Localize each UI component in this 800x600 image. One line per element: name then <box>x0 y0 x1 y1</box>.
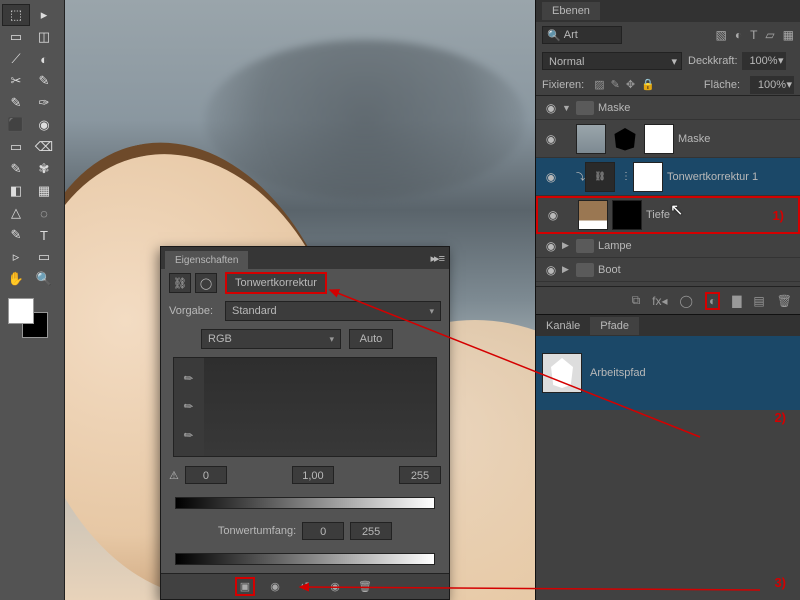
new-layer-icon[interactable]: ▤ <box>753 294 764 308</box>
tool-24[interactable]: ✋ <box>2 268 30 290</box>
new-adjustment-icon[interactable]: ◐ <box>705 292 720 310</box>
eyedropper-white-icon[interactable]: ✎ <box>181 428 196 444</box>
tool-18[interactable]: △ <box>2 202 30 224</box>
tool-11[interactable]: ◉ <box>30 114 58 136</box>
layer-levels-adjustment[interactable]: ◉⤵⛓⋮Tonwertkorrektur 1 <box>536 158 800 196</box>
tool-13[interactable]: ⌫ <box>30 136 58 158</box>
filter-shape-icon[interactable]: ▱ <box>765 28 774 42</box>
link-layers-icon[interactable]: ⧉ <box>632 293 641 308</box>
tool-12[interactable]: ▭ <box>2 136 30 158</box>
input-gradient[interactable] <box>175 497 435 509</box>
tool-7[interactable]: ✎ <box>30 70 58 92</box>
toolbox: ⬚▸▭◫⟋◐✂✎✎✑⬛◉▭⌫✎✾◧▦△◌✎T▹▭✋🔍 <box>0 0 65 600</box>
delete-icon[interactable]: 🗑 <box>355 580 375 593</box>
lock-all-icon[interactable]: 🔒 <box>641 78 655 91</box>
view-previous-icon[interactable]: ◉ <box>265 580 285 593</box>
layers-footer: ⧉ fx◂ ◯ ◐ ▇ ▤ 🗑 <box>536 286 800 314</box>
tool-22[interactable]: ▹ <box>2 246 30 268</box>
layers-tab[interactable]: Ebenen <box>542 2 600 20</box>
work-path[interactable]: Arbeitspfad <box>536 336 800 410</box>
tool-4[interactable]: ⟋ <box>2 48 30 70</box>
preset-label: Vorgabe: <box>169 305 225 317</box>
tool-25[interactable]: 🔍 <box>30 268 58 290</box>
tool-2[interactable]: ▭ <box>2 26 30 48</box>
color-swatches[interactable] <box>8 298 48 338</box>
levels-icon: ⛓ <box>169 273 191 293</box>
filter-smart-icon[interactable]: ▦ <box>783 28 794 42</box>
channel-select[interactable]: RGB <box>201 329 341 349</box>
path-thumb <box>542 353 582 393</box>
group-boot[interactable]: ◉▶Boot <box>536 258 800 282</box>
fg-color[interactable] <box>8 298 34 324</box>
trash-icon[interactable]: 🗑 <box>777 294 792 308</box>
tool-19[interactable]: ◌ <box>30 202 58 224</box>
layers-panel-container: Ebenen 🔍 Art ▧ ◐ T ▱ ▦ Normal Deckkraft:… <box>535 0 800 600</box>
opacity-value[interactable]: 100% <box>742 52 786 70</box>
output-label: Tonwertumfang: <box>218 525 296 537</box>
layer-tiefe[interactable]: ◉Tiefe1) <box>536 196 800 234</box>
annotation-3: 3) <box>774 575 786 590</box>
filter-image-icon[interactable]: ▧ <box>715 28 726 42</box>
annotation-2: 2) <box>774 410 786 425</box>
tool-21[interactable]: T <box>30 224 58 246</box>
input-mid[interactable]: 1,00 <box>292 466 334 484</box>
tool-16[interactable]: ◧ <box>2 180 30 202</box>
properties-panel: Eigenschaften ▸▸ ≡ ⛓ ◯ Tonwertkorrektur … <box>160 246 450 600</box>
tool-8[interactable]: ✎ <box>2 92 30 114</box>
tool-0[interactable]: ⬚ <box>2 4 30 26</box>
tool-23[interactable]: ▭ <box>30 246 58 268</box>
cursor-icon: ↖ <box>670 200 683 220</box>
warn-icon: ⚠ <box>169 469 179 482</box>
tool-20[interactable]: ✎ <box>2 224 30 246</box>
layers-list: ◉▼Maske ◉Maske ◉⤵⛓⋮Tonwertkorrektur 1 ◉T… <box>536 96 800 286</box>
lock-pixels-icon[interactable]: ▨ <box>594 78 604 91</box>
new-group-icon[interactable]: ▇ <box>732 294 741 308</box>
tool-6[interactable]: ✂ <box>2 70 30 92</box>
preset-select[interactable]: Standard <box>225 301 441 321</box>
tool-17[interactable]: ▦ <box>30 180 58 202</box>
mask-icon[interactable]: ◯ <box>195 273 217 293</box>
mask-add-icon[interactable]: ◯ <box>680 294 693 308</box>
output-high[interactable]: 255 <box>350 522 392 540</box>
input-low[interactable]: 0 <box>185 466 227 484</box>
paths-tab[interactable]: Pfade <box>590 317 639 335</box>
group-maske[interactable]: ◉▼Maske <box>536 96 800 120</box>
layer-maske[interactable]: ◉Maske <box>536 120 800 158</box>
lock-paint-icon[interactable]: ✎ <box>611 78 620 91</box>
layer-filter-select[interactable]: 🔍 Art <box>542 26 622 44</box>
channels-tab[interactable]: Kanäle <box>536 317 590 335</box>
input-high[interactable]: 255 <box>399 466 441 484</box>
path-name: Arbeitspfad <box>590 367 646 379</box>
group-lampe[interactable]: ◉▶Lampe <box>536 234 800 258</box>
clip-to-layer-button[interactable]: ▣ <box>235 577 255 596</box>
tool-14[interactable]: ✎ <box>2 158 30 180</box>
lock-label: Fixieren: <box>542 79 584 91</box>
eyedropper-black-icon[interactable]: ✎ <box>181 370 196 386</box>
properties-tab[interactable]: Eigenschaften <box>165 251 248 270</box>
output-gradient[interactable] <box>175 553 435 565</box>
lock-move-icon[interactable]: ✥ <box>626 78 635 91</box>
fill-label: Fläche: <box>704 79 740 91</box>
adjustment-title: Tonwertkorrektur <box>225 272 327 294</box>
blend-mode-select[interactable]: Normal <box>542 52 682 70</box>
fill-value[interactable]: 100% <box>750 76 794 94</box>
reset-icon[interactable]: ↺ <box>295 580 315 593</box>
output-low[interactable]: 0 <box>302 522 344 540</box>
tool-3[interactable]: ◫ <box>30 26 58 48</box>
filter-text-icon[interactable]: T <box>750 28 757 42</box>
tool-9[interactable]: ✑ <box>30 92 58 114</box>
opacity-label: Deckkraft: <box>688 55 738 67</box>
eyedropper-gray-icon[interactable]: ✎ <box>181 399 196 415</box>
histogram-area[interactable]: ✎ ✎ ✎ <box>173 357 437 457</box>
toggle-visibility-icon[interactable]: ◉ <box>325 580 345 593</box>
fx-icon[interactable]: fx◂ <box>652 294 667 308</box>
tool-1[interactable]: ▸ <box>30 4 58 26</box>
filter-adjust-icon[interactable]: ◐ <box>735 28 742 42</box>
tool-10[interactable]: ⬛ <box>2 114 30 136</box>
auto-button[interactable]: Auto <box>349 329 393 349</box>
tool-5[interactable]: ◐ <box>30 48 58 70</box>
tool-15[interactable]: ✾ <box>30 158 58 180</box>
panel-menu-icon[interactable]: ▸▸ ≡ <box>424 252 449 265</box>
